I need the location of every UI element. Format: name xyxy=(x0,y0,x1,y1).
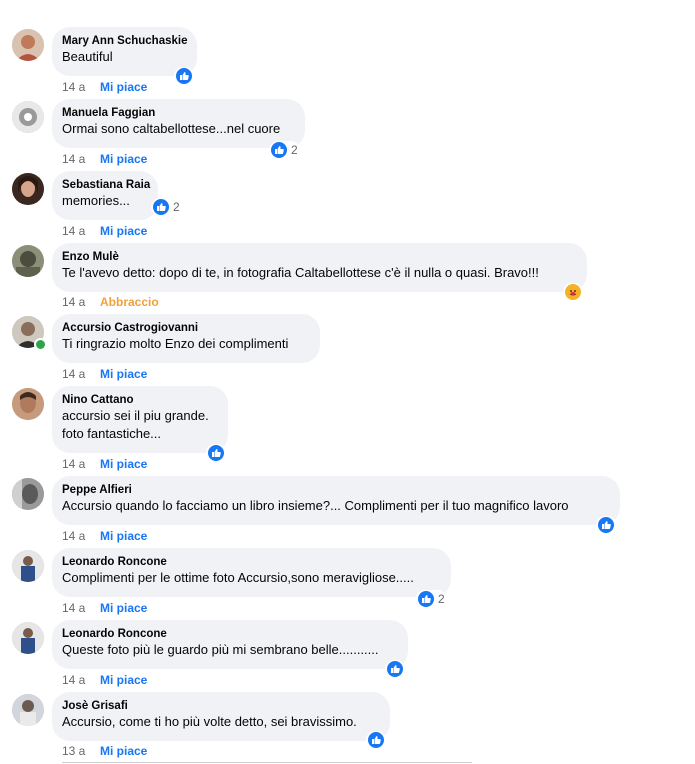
avatar[interactable] xyxy=(12,245,44,277)
reaction-summary[interactable] xyxy=(385,660,405,678)
reaction-summary[interactable]: 2 xyxy=(416,590,447,608)
like-action-link[interactable]: Mi piace xyxy=(100,601,147,615)
reaction-summary[interactable]: 2 xyxy=(269,141,300,159)
reaction-summary[interactable] xyxy=(206,444,226,462)
reaction-summary[interactable]: 2 xyxy=(151,198,182,216)
care-reaction-icon xyxy=(565,284,581,300)
comment-author[interactable]: Leonardo Roncone xyxy=(62,627,397,641)
like-icon xyxy=(271,142,287,158)
comment-meta: 14 a Mi piace xyxy=(62,601,147,615)
reaction-summary[interactable] xyxy=(563,283,583,301)
avatar[interactable] xyxy=(12,694,44,726)
comment-author[interactable]: Leonardo Roncone xyxy=(62,555,440,569)
comment-text: memories... xyxy=(62,193,130,208)
comment-text: foto fantastiche... xyxy=(62,426,162,441)
like-action-link[interactable]: Mi piace xyxy=(100,457,147,471)
comment-timestamp[interactable]: 14 a xyxy=(62,367,100,381)
comment-bubble: Sebastiana Raia memories... xyxy=(52,171,158,220)
comment-bubble: Leonardo Roncone Queste foto più le guar… xyxy=(52,620,408,669)
reaction-count: 2 xyxy=(173,200,180,214)
avatar[interactable] xyxy=(12,101,44,133)
reaction-count: 2 xyxy=(438,592,445,606)
comment-text: Beautiful xyxy=(62,49,113,64)
comment-timestamp[interactable]: 14 a xyxy=(62,601,100,615)
comment-text: Ormai sono caltabellottese...nel cuore xyxy=(62,121,281,136)
like-action-link[interactable]: Mi piace xyxy=(100,529,147,543)
like-action-link[interactable]: Mi piace xyxy=(100,224,147,238)
comment-meta: 14 a Mi piace xyxy=(62,152,147,166)
comment-text: Complimenti per le ottime foto Accursio,… xyxy=(62,570,414,585)
comment-text: Te l'avevo detto: dopo di te, in fotogra… xyxy=(62,265,539,280)
comment-bubble: Peppe Alfieri Accursio quando lo facciam… xyxy=(52,476,620,525)
like-icon xyxy=(598,517,614,533)
online-status-indicator xyxy=(34,338,47,351)
comment-timestamp[interactable]: 14 a xyxy=(62,457,100,471)
avatar[interactable] xyxy=(12,29,44,61)
comment-text: Ti ringrazio molto Enzo dei complimenti xyxy=(62,336,289,351)
avatar[interactable] xyxy=(12,388,44,420)
reaction-summary[interactable] xyxy=(174,67,194,85)
comment-author[interactable]: Mary Ann Schuchaskie xyxy=(62,34,187,48)
like-action-link[interactable]: Mi piace xyxy=(100,744,147,758)
comment-author[interactable]: Nino Cattano xyxy=(62,393,217,407)
like-icon xyxy=(176,68,192,84)
reaction-summary[interactable] xyxy=(596,516,616,534)
comment-timestamp[interactable]: 14 a xyxy=(62,224,100,238)
comment-meta: 14 a Abbraccio xyxy=(62,295,159,309)
like-action-link[interactable]: Mi piace xyxy=(100,367,147,381)
comment-meta: 14 a Mi piace xyxy=(62,80,147,94)
divider xyxy=(62,762,472,763)
comment-author[interactable]: Manuela Faggian xyxy=(62,106,294,120)
comment-author[interactable]: Josè Grisafi xyxy=(62,699,379,713)
comment-timestamp[interactable]: 14 a xyxy=(62,152,100,166)
like-action-link[interactable]: Mi piace xyxy=(100,80,147,94)
comment-bubble: Josè Grisafi Accursio, come ti ho più vo… xyxy=(52,692,390,741)
comment-author[interactable]: Enzo Mulè xyxy=(62,250,576,264)
comment-timestamp[interactable]: 13 a xyxy=(62,744,100,758)
comment-bubble: Enzo Mulè Te l'avevo detto: dopo di te, … xyxy=(52,243,587,292)
comment-meta: 13 a Mi piace xyxy=(62,744,147,758)
avatar[interactable] xyxy=(12,622,44,654)
reaction-summary[interactable] xyxy=(366,731,386,749)
avatar[interactable] xyxy=(12,173,44,205)
like-icon xyxy=(368,732,384,748)
comment-bubble: Accursio Castrogiovanni Ti ringrazio mol… xyxy=(52,314,320,363)
like-icon xyxy=(387,661,403,677)
comment-bubble: Leonardo Roncone Complimenti per le otti… xyxy=(52,548,451,597)
like-icon xyxy=(153,199,169,215)
reaction-count: 2 xyxy=(291,143,298,157)
comment-text: accursio sei il piu grande. xyxy=(62,408,209,423)
comment-bubble: Manuela Faggian Ormai sono caltabellotte… xyxy=(52,99,305,148)
comment-timestamp[interactable]: 14 a xyxy=(62,80,100,94)
comment-text: Accursio quando lo facciamo un libro ins… xyxy=(62,498,569,513)
comment-meta: 14 a Mi piace xyxy=(62,529,147,543)
comment-timestamp[interactable]: 14 a xyxy=(62,529,100,543)
comment-bubble: Mary Ann Schuchaskie Beautiful xyxy=(52,27,197,76)
comment-timestamp[interactable]: 14 a xyxy=(62,295,100,309)
comment-text: Queste foto più le guardo più mi sembran… xyxy=(62,642,379,657)
like-action-link[interactable]: Mi piace xyxy=(100,673,147,687)
comment-meta: 14 a Mi piace xyxy=(62,673,147,687)
avatar[interactable] xyxy=(12,478,44,510)
comment-meta: 14 a Mi piace xyxy=(62,224,147,238)
care-action-link[interactable]: Abbraccio xyxy=(100,295,159,309)
like-icon xyxy=(208,445,224,461)
like-icon xyxy=(418,591,434,607)
comment-bubble: Nino Cattano accursio sei il piu grande.… xyxy=(52,386,228,453)
avatar[interactable] xyxy=(12,550,44,582)
comment-meta: 14 a Mi piace xyxy=(62,457,147,471)
like-action-link[interactable]: Mi piace xyxy=(100,152,147,166)
comment-author[interactable]: Peppe Alfieri xyxy=(62,483,609,497)
comment-author[interactable]: Sebastiana Raia xyxy=(62,178,150,192)
comment-timestamp[interactable]: 14 a xyxy=(62,673,100,687)
comment-meta: 14 a Mi piace xyxy=(62,367,147,381)
comment-text: Accursio, come ti ho più volte detto, se… xyxy=(62,714,357,729)
comment-author[interactable]: Accursio Castrogiovanni xyxy=(62,321,309,335)
